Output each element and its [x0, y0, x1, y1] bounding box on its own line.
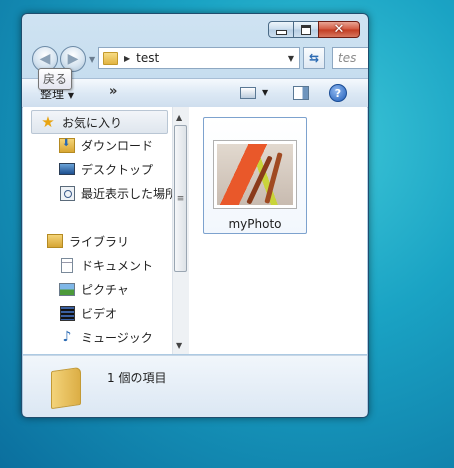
video-icon	[59, 305, 75, 321]
scroll-down-icon[interactable]: ▼	[176, 341, 182, 350]
caption-buttons: ✕	[268, 21, 360, 38]
file-list: myPhoto	[189, 107, 367, 354]
refresh-button[interactable]: ⇆	[303, 47, 325, 69]
minimize-button[interactable]	[268, 21, 294, 38]
close-button[interactable]: ✕	[318, 21, 360, 38]
search-input[interactable]: tes	[332, 47, 368, 69]
chevron-down-icon: ▼	[67, 91, 74, 100]
recent-places-icon	[59, 185, 75, 201]
nav-item-desktop[interactable]: デスクトップ	[59, 158, 153, 180]
file-item-myphoto[interactable]: myPhoto	[203, 117, 307, 234]
close-icon: ✕	[333, 22, 345, 37]
back-arrow-icon: ◀	[39, 51, 51, 67]
image-thumbnail-icon	[213, 140, 297, 209]
navigation-row: ◀ ▶ ▼ ▶ test ▼ ⇆ tes	[22, 44, 368, 74]
scroll-up-icon[interactable]: ▲	[176, 113, 182, 122]
nav-pane-scrollbar[interactable]: ▲ ≡ ▼	[172, 107, 189, 354]
nav-item-label: 最近表示した場所	[81, 186, 174, 201]
maximize-button[interactable]	[293, 21, 319, 38]
preview-pane-icon[interactable]	[293, 86, 309, 100]
breadcrumb-separator-icon[interactable]: ▶	[124, 54, 130, 63]
file-name: myPhoto	[228, 217, 282, 231]
back-tooltip: 戻る	[38, 68, 73, 90]
nav-item-label: ライブラリ	[69, 234, 130, 249]
command-bar: 整理 ▼ » ▼ ?	[22, 78, 368, 108]
folder-icon	[103, 51, 118, 65]
star-icon: ★	[41, 113, 55, 131]
forward-arrow-icon: ▶	[67, 51, 79, 67]
nav-item-recent-places[interactable]: 最近表示した場所	[59, 182, 174, 204]
scroll-thumb[interactable]: ≡	[174, 125, 187, 272]
item-count: 1 個の項目	[107, 371, 167, 385]
help-icon[interactable]: ?	[329, 84, 347, 102]
nav-item-label: お気に入り	[62, 115, 123, 130]
nav-item-documents[interactable]: ドキュメント	[59, 254, 153, 276]
minimize-icon	[275, 30, 287, 35]
details-pane: 1 個の項目	[23, 355, 367, 417]
nav-item-label: ビデオ	[81, 306, 118, 321]
explorer-window: ✕ ◀ ▶ ▼ ▶ test ▼ ⇆ tes 整理 ▼ » ▼ ? ★ お気に入…	[21, 13, 369, 418]
nav-item-label: ピクチャ	[81, 282, 129, 297]
refresh-icon: ⇆	[308, 51, 320, 65]
document-icon	[59, 257, 75, 273]
library-icon	[47, 233, 63, 249]
nav-item-videos[interactable]: ビデオ	[59, 302, 117, 324]
address-path[interactable]: test	[136, 51, 159, 65]
desktop-icon	[59, 161, 75, 177]
pictures-icon	[59, 281, 75, 297]
music-icon: ♪	[62, 329, 72, 345]
address-bar[interactable]: ▶ test ▼	[98, 47, 300, 69]
nav-item-label: デスクトップ	[81, 162, 154, 177]
more-commands-button[interactable]: »	[109, 84, 117, 99]
change-view-icon[interactable]	[240, 87, 256, 99]
maximize-icon	[301, 24, 311, 35]
navigation-pane: ★ お気に入り ダウンロード デスクトップ 最近表示した場所 ライブラリ ドキュ…	[23, 107, 174, 354]
recent-pages-dropdown[interactable]: ▼	[89, 55, 95, 64]
address-dropdown-icon[interactable]: ▼	[288, 54, 294, 63]
nav-item-downloads[interactable]: ダウンロード	[59, 134, 153, 156]
search-placeholder: tes	[338, 51, 357, 65]
nav-item-label: ミュージック	[81, 330, 153, 345]
nav-item-label: ドキュメント	[81, 258, 154, 273]
view-options-dropdown-icon[interactable]: ▼	[262, 88, 268, 97]
nav-item-favorites[interactable]: ★ お気に入り	[31, 110, 168, 134]
downloads-folder-icon	[59, 137, 75, 153]
nav-item-libraries[interactable]: ライブラリ	[47, 230, 129, 252]
nav-item-label: ダウンロード	[81, 138, 154, 153]
folder-icon	[51, 366, 81, 410]
nav-item-pictures[interactable]: ピクチャ	[59, 278, 129, 300]
nav-item-music[interactable]: ♪ ミュージック	[59, 326, 153, 348]
